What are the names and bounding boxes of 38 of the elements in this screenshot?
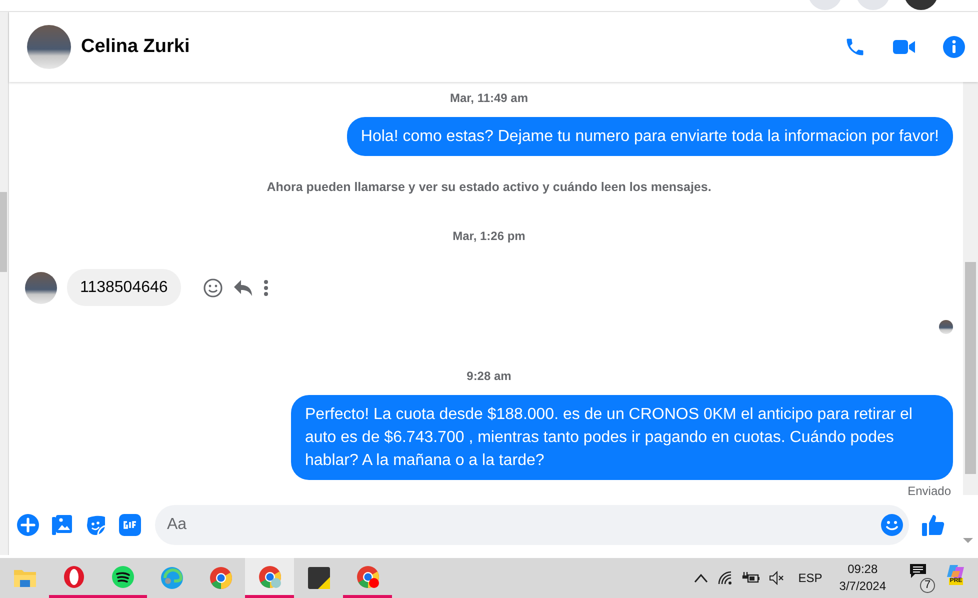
thumbs-up-icon[interactable] [921, 513, 945, 537]
seen-avatar [939, 320, 953, 334]
emoji-icon[interactable] [881, 514, 903, 536]
contact-name: Celina Zurki [81, 36, 191, 58]
phone-icon[interactable] [844, 36, 866, 58]
avatar-picture [25, 272, 57, 304]
wifi-icon[interactable] [717, 570, 734, 586]
timestamp: 9:28 am [466, 369, 512, 383]
chrome-icon[interactable] [245, 558, 294, 598]
avatar-picture [27, 25, 71, 69]
copilot-icon[interactable] [946, 563, 966, 581]
scrollbar[interactable] [963, 82, 978, 495]
sent-message: Perfecto! La cuota desde $188.000. es de un CRONOS 0KM el anticipo para retirar el auto es de $6.743.700 , mientras tanto podes ir pagando en cuotas. Cuándo podes hablar? A la mañana o a la tarde? [291, 395, 953, 480]
battery-icon[interactable] [742, 571, 760, 585]
sticker-icon[interactable] [85, 514, 107, 536]
delivery-status: Enviado [908, 484, 951, 498]
message-input[interactable]: Aa [155, 505, 909, 545]
scrollbar-thumb[interactable] [0, 192, 7, 272]
smiley-icon[interactable] [202, 278, 223, 298]
gif-icon[interactable] [119, 514, 141, 536]
more-options-icon[interactable] [262, 278, 269, 296]
received-message: 1138504646 [67, 269, 181, 306]
scroll-down-arrow-icon[interactable] [963, 538, 973, 542]
video-camera-icon[interactable] [892, 38, 916, 56]
image-icon[interactable] [51, 514, 73, 536]
clock[interactable]: 09:28 3/7/2024 [839, 561, 886, 595]
speaker-muted-icon[interactable] [769, 571, 786, 585]
timestamp: Mar, 11:49 am [450, 91, 528, 105]
sent-message: Hola! como estas? Dejame tu numero para enviarte toda la informacion por favor! [346, 117, 953, 156]
info-icon[interactable] [942, 35, 966, 59]
timestamp: Mar, 1:26 pm [452, 229, 526, 243]
plus-icon[interactable] [17, 514, 39, 536]
chevron-up-icon[interactable] [694, 573, 708, 583]
language-indicator[interactable]: ESP [798, 571, 822, 585]
notice-text: Ahora pueden llamarse y ver su estado activo y cuándo leen los mensajes. [266, 180, 712, 194]
notification-count: 7 [920, 578, 935, 593]
notification-icon[interactable] [909, 563, 927, 579]
reply-icon[interactable] [232, 278, 253, 296]
